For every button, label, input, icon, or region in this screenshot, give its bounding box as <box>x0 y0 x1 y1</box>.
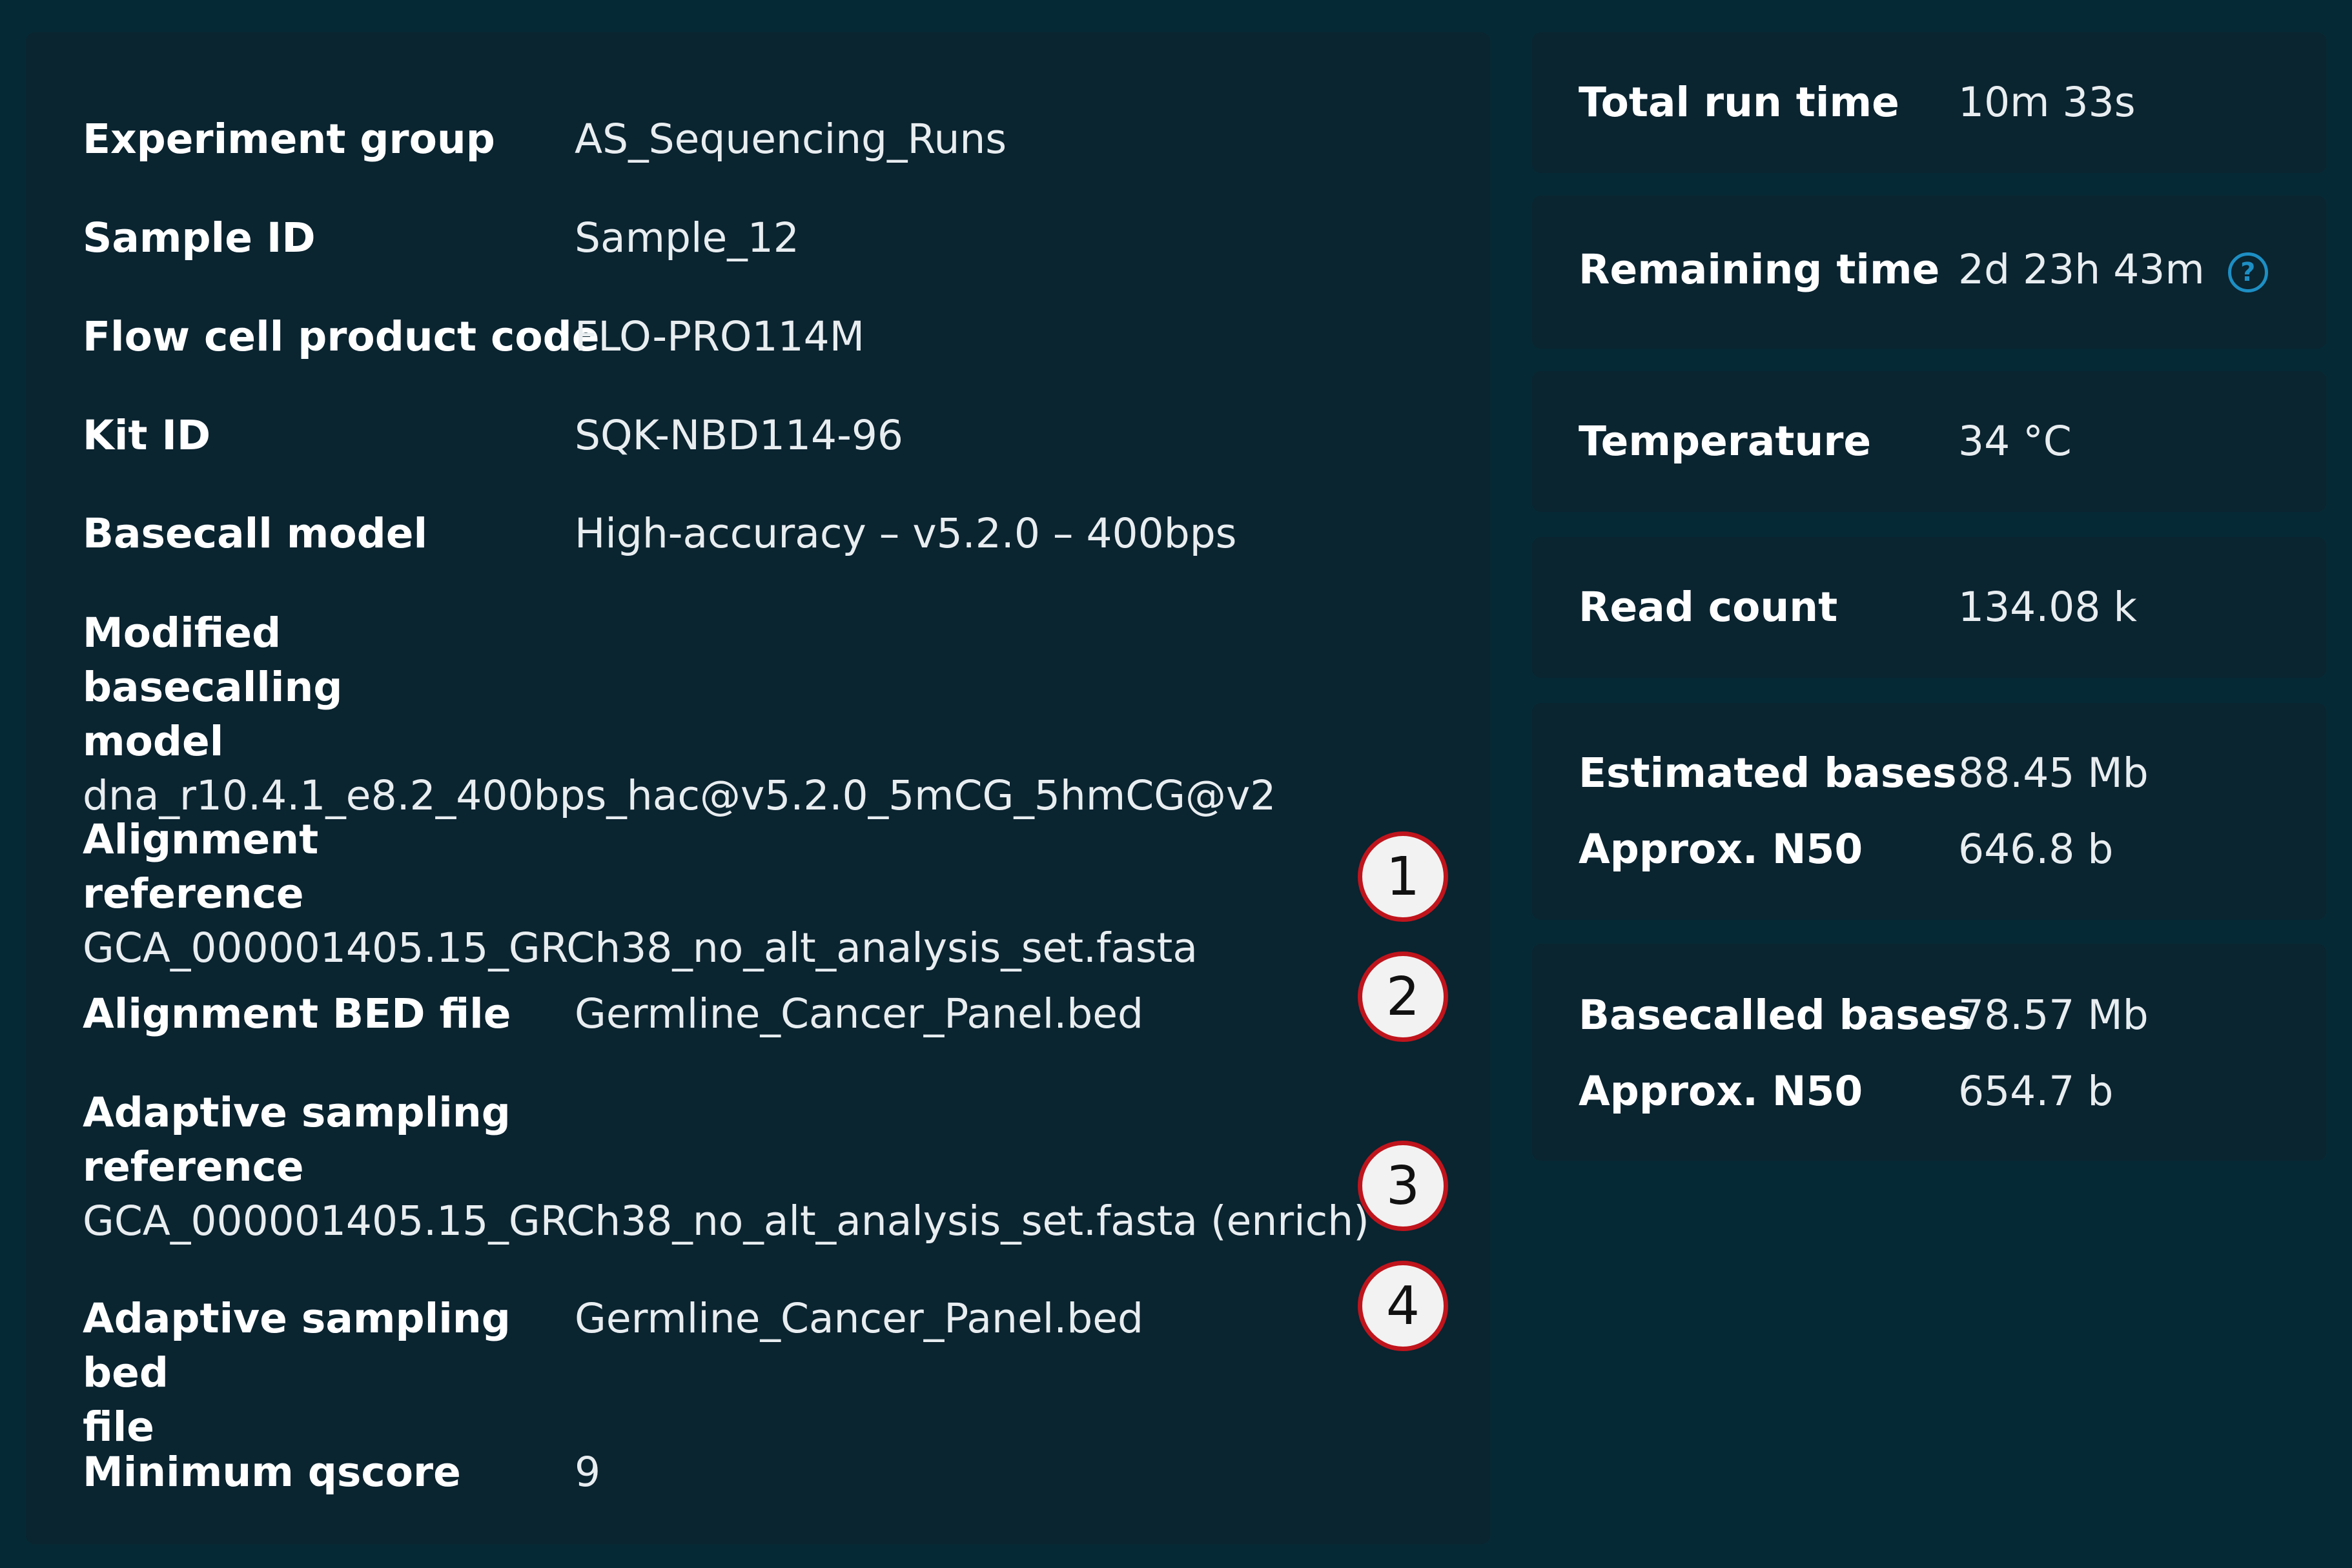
remaining-time-value-wrap: 2d 23h 43m? <box>1958 243 2268 297</box>
flow-cell-product-code-label: Flow cell product code <box>83 313 600 360</box>
alignment-bed-file-row: Alignment BED file Germline_Cancer_Panel… <box>83 987 1143 1041</box>
read-count-card: Read count 134.08 k <box>1532 537 2326 678</box>
experiment-group-value: AS_Sequencing_Runs <box>575 116 1007 163</box>
modified-basecalling-model-row: Modified basecalling model dna_r10.4.1_e… <box>83 606 1276 823</box>
minimum-qscore-label: Minimum qscore <box>83 1449 461 1496</box>
modified-basecalling-model-label-line1: Modified basecalling <box>83 609 343 711</box>
basecalled-bases-label: Basecalled bases <box>1579 992 1972 1039</box>
basecall-model-row: Basecall model High-accuracy – v5.2.0 – … <box>83 507 1237 561</box>
temperature-value: 34 °C <box>1958 418 2072 465</box>
adaptive-sampling-reference-label-line2: reference <box>83 1143 304 1190</box>
read-count-label: Read count <box>1579 584 1838 631</box>
alignment-reference-row: Alignment reference GCA_000001405.15_GRC… <box>83 813 1198 975</box>
callout-badge-3: 3 <box>1358 1141 1448 1231</box>
adaptive-sampling-bed-file-value: Germline_Cancer_Panel.bed <box>575 1295 1143 1342</box>
adaptive-sampling-reference-label-line1: Adaptive sampling <box>83 1089 511 1136</box>
temperature-label: Temperature <box>1579 418 1872 465</box>
temperature-card: Temperature 34 °C <box>1532 371 2326 512</box>
remaining-time-card: Remaining time 2d 23h 43m? <box>1532 196 2326 349</box>
total-run-time-value: 10m 33s <box>1958 79 2136 126</box>
modified-basecalling-model-label-line2: model <box>83 718 224 765</box>
adaptive-sampling-bed-file-label-line1: Adaptive sampling bed <box>83 1295 511 1396</box>
estimated-n50-value: 646.8 b <box>1958 826 2114 873</box>
alignment-reference-value: GCA_000001405.15_GRCh38_no_alt_analysis_… <box>83 924 1198 972</box>
estimated-bases-card: Estimated bases 88.45 Mb Approx. N50 646… <box>1532 703 2326 920</box>
adaptive-sampling-reference-row: Adaptive sampling reference GCA_00000140… <box>83 1086 1369 1248</box>
experiment-group-label: Experiment group <box>83 116 495 163</box>
callout-badge-1: 1 <box>1358 831 1448 922</box>
sample-id-row: Sample ID Sample_12 <box>83 211 799 265</box>
minimum-qscore-value: 9 <box>575 1449 601 1496</box>
adaptive-sampling-reference-value: GCA_000001405.15_GRCh38_no_alt_analysis_… <box>83 1197 1369 1245</box>
callout-badge-4: 4 <box>1358 1261 1448 1351</box>
flow-cell-product-code-value: FLO-PRO114M <box>575 313 865 360</box>
estimated-n50-label: Approx. N50 <box>1579 826 1863 873</box>
basecalled-n50-label: Approx. N50 <box>1579 1068 1863 1115</box>
kit-id-label: Kit ID <box>83 412 211 459</box>
basecalled-n50-value: 654.7 b <box>1958 1068 2114 1115</box>
sample-id-value: Sample_12 <box>575 214 799 261</box>
estimated-bases-value: 88.45 Mb <box>1958 749 2149 797</box>
experiment-group-row: Experiment group AS_Sequencing_Runs <box>83 112 1007 167</box>
run-settings-panel: Experiment group AS_Sequencing_Runs Samp… <box>26 32 1490 1544</box>
alignment-bed-file-value: Germline_Cancer_Panel.bed <box>575 990 1143 1037</box>
total-run-time-card: Total run time 10m 33s <box>1532 32 2326 173</box>
callout-badge-2: 2 <box>1358 952 1448 1042</box>
help-icon[interactable]: ? <box>2227 252 2268 292</box>
remaining-time-value: 2d 23h 43m <box>1958 246 2205 293</box>
adaptive-sampling-bed-file-row: Adaptive sampling bed file Germline_Canc… <box>83 1292 1143 1454</box>
basecalled-bases-value: 78.57 Mb <box>1958 992 2149 1039</box>
basecall-model-value: High-accuracy – v5.2.0 – 400bps <box>575 510 1237 557</box>
remaining-time-label: Remaining time <box>1579 246 1940 293</box>
total-run-time-label: Total run time <box>1579 79 1899 126</box>
kit-id-row: Kit ID SQK-NBD114-96 <box>83 409 903 463</box>
minimum-qscore-row: Minimum qscore 9 <box>83 1445 600 1500</box>
basecall-model-label: Basecall model <box>83 510 428 557</box>
flow-cell-product-code-row: Flow cell product code FLO-PRO114M <box>83 310 864 364</box>
read-count-value: 134.08 k <box>1958 584 2137 631</box>
sample-id-label: Sample ID <box>83 214 316 261</box>
alignment-bed-file-label: Alignment BED file <box>83 990 511 1037</box>
kit-id-value: SQK-NBD114-96 <box>575 412 904 459</box>
alignment-reference-label: Alignment reference <box>83 816 319 917</box>
estimated-bases-label: Estimated bases <box>1579 749 1957 797</box>
basecalled-bases-card: Basecalled bases 78.57 Mb Approx. N50 65… <box>1532 944 2326 1161</box>
